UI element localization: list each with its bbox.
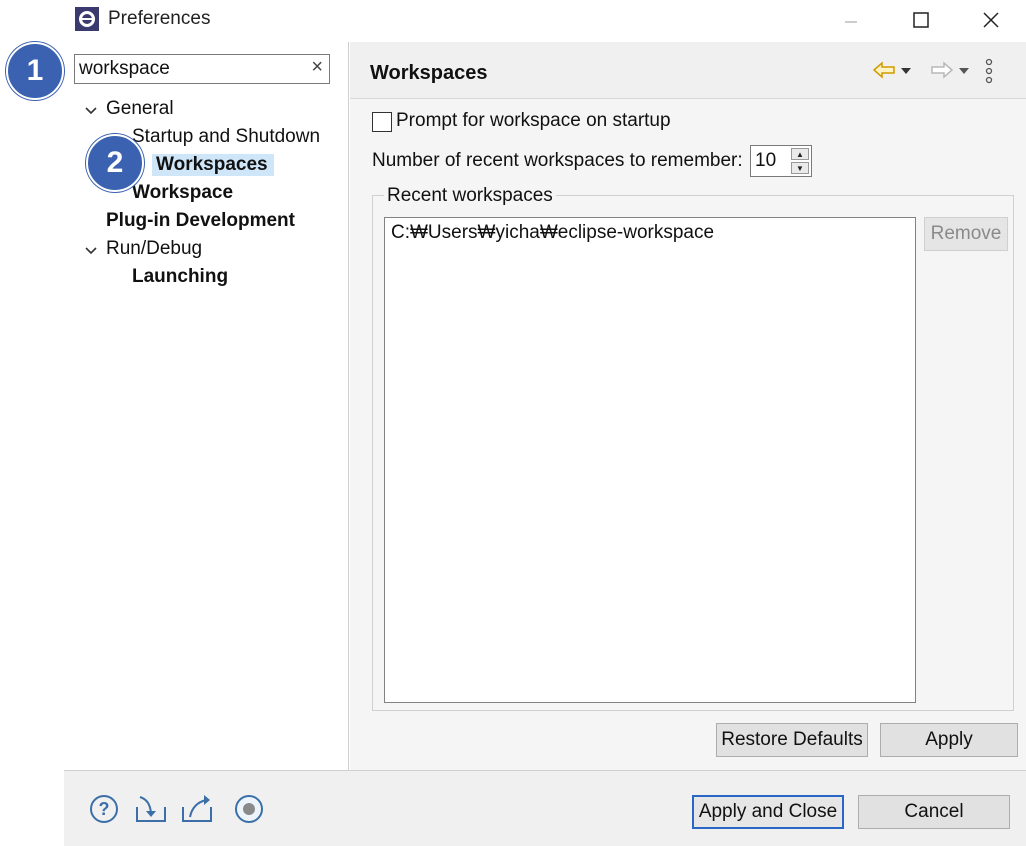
remove-button[interactable]: Remove [924, 217, 1008, 251]
close-button[interactable] [966, 6, 1016, 34]
recent-count-label: Number of recent workspaces to remember: [372, 150, 743, 171]
annotation-badge-1: 1 [6, 42, 64, 100]
page-header: Workspaces [350, 42, 1026, 99]
spinner-down-icon[interactable]: ▼ [791, 162, 809, 174]
tree-item-workspace[interactable]: Workspace [132, 182, 233, 204]
eclipse-icon [74, 6, 100, 32]
annotation-badge-2: 2 [86, 134, 144, 192]
tree-item-run-debug[interactable]: Run/Debug [106, 238, 202, 260]
recent-workspaces-legend: Recent workspaces [384, 185, 556, 207]
recent-count-spinner[interactable]: 10 ▲ ▼ [750, 145, 812, 177]
apply-and-close-button[interactable]: Apply and Close [692, 795, 844, 829]
chevron-down-icon[interactable] [84, 244, 98, 258]
recent-workspaces-list[interactable]: C:₩Users₩yicha₩eclipse-workspace [384, 217, 916, 703]
import-icon[interactable] [134, 793, 168, 825]
window-title: Preferences [108, 8, 211, 29]
list-item[interactable]: C:₩Users₩yicha₩eclipse-workspace [391, 222, 714, 244]
svg-text:?: ? [99, 799, 110, 819]
prompt-on-startup-checkbox[interactable] [372, 112, 392, 132]
apply-button[interactable]: Apply [880, 723, 1018, 757]
tree-item-launching[interactable]: Launching [132, 266, 228, 288]
spinner-up-icon[interactable]: ▲ [791, 148, 809, 160]
spinner-buttons: ▲ ▼ [791, 148, 809, 174]
tree-item-general[interactable]: General [106, 98, 174, 120]
clear-filter-icon[interactable]: × [311, 56, 323, 79]
filter-input[interactable] [79, 57, 299, 81]
title-bar: Preferences [0, 0, 1026, 42]
maximize-button[interactable] [896, 6, 946, 34]
chevron-down-icon[interactable] [84, 104, 98, 118]
tree-item-workspaces[interactable]: Workspaces [152, 154, 274, 176]
tree-item-plugin-development[interactable]: Plug-in Development [106, 210, 295, 232]
forward-arrow-icon[interactable] [930, 60, 954, 80]
restore-defaults-button[interactable]: Restore Defaults [716, 723, 868, 757]
more-menu-icon[interactable] [984, 58, 994, 84]
help-icon[interactable]: ? [88, 793, 120, 825]
page-title: Workspaces [370, 62, 488, 84]
close-icon [983, 12, 999, 28]
dialog-footer: ? Apply and Close Cancel [64, 770, 1026, 846]
tree-item-startup-shutdown[interactable]: Startup and Shutdown [132, 126, 320, 148]
minimize-icon [845, 21, 857, 23]
export-icon[interactable] [180, 793, 214, 825]
preferences-body: × General Startup and Shutdown Workspace… [64, 42, 1026, 770]
page-content: Prompt for workspace on startup Number o… [350, 99, 1026, 770]
filter-field[interactable]: × [74, 54, 330, 84]
forward-dropdown-icon[interactable] [958, 66, 970, 76]
back-dropdown-icon[interactable] [900, 66, 912, 76]
prompt-on-startup-label: Prompt for workspace on startup [396, 110, 671, 131]
maximize-icon [913, 12, 929, 28]
recent-count-value[interactable]: 10 [755, 150, 776, 172]
record-icon[interactable] [232, 793, 266, 825]
cancel-button[interactable]: Cancel [858, 795, 1010, 829]
back-arrow-icon[interactable] [872, 60, 896, 80]
preference-page-pane: Workspaces Prompt for workspace on start… [350, 42, 1026, 770]
minimize-button[interactable] [826, 6, 876, 34]
